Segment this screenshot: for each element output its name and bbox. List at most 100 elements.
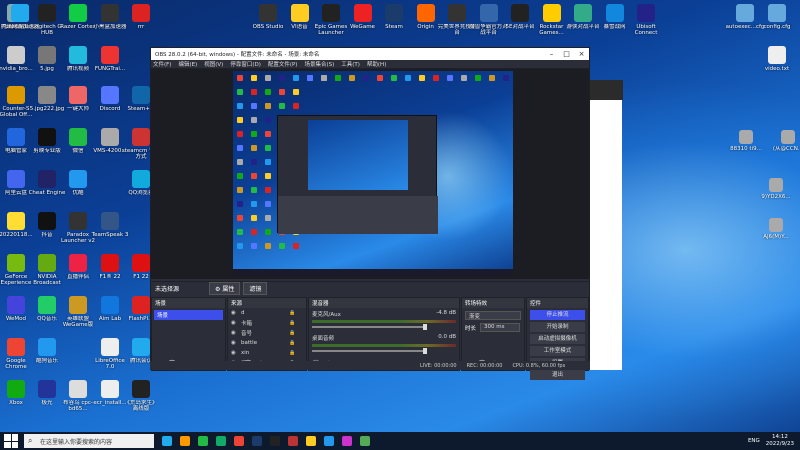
menu-item[interactable]: 文件(F)	[153, 60, 171, 68]
taskbar-app-icon[interactable]	[162, 436, 172, 446]
desktop-icon[interactable]: 9)YD2X6...	[756, 178, 796, 200]
taskbar-app-icon[interactable]	[360, 436, 370, 446]
app-icon	[69, 296, 87, 314]
source-row[interactable]: ◉ 音号 🔒	[228, 328, 306, 338]
control-button[interactable]: 工作室模式	[530, 346, 585, 356]
taskbar-app-icon[interactable]	[342, 436, 352, 446]
app-icon	[132, 380, 150, 398]
app-icon	[132, 338, 150, 356]
windows-start-icon[interactable]	[4, 434, 18, 448]
taskbar-app-icon[interactable]	[306, 436, 316, 446]
duration-input[interactable]: 300 ms	[480, 323, 521, 332]
desktop-icon[interactable]: AJ6(M)Y...	[756, 218, 796, 240]
app-icon	[69, 212, 87, 230]
system-tray: ENG 14:12 2022/9/23	[748, 434, 800, 448]
taskbar-app-icon[interactable]	[234, 436, 244, 446]
desktop-icon[interactable]: (从@CCN...	[768, 130, 800, 152]
taskbar-app-icon[interactable]	[180, 436, 190, 446]
app-icon	[479, 4, 498, 22]
preview-canvas[interactable]	[233, 71, 513, 276]
close-button[interactable]: ×	[574, 50, 589, 58]
app-icon	[69, 86, 87, 104]
sources-dock: 来源 ◉d🔒◉卡箱🔒◉音号🔒◉battle🔒◉xin🔒◉口🔒 +🗑⚙∧∨	[227, 297, 307, 371]
menu-item[interactable]: 配置文件(P)	[268, 60, 298, 68]
lock-icon[interactable]: 🔒	[289, 350, 295, 356]
maximize-button[interactable]: □	[559, 50, 574, 58]
control-button[interactable]: 开始录制	[530, 322, 585, 332]
desktop-icon[interactable]: TeamSpeak 3	[90, 212, 130, 238]
app-icon	[132, 170, 150, 188]
app-icon	[7, 254, 25, 272]
desktop-icon[interactable]: rrr	[121, 4, 161, 30]
filters-button[interactable]: 滤镜	[243, 282, 268, 295]
background-window	[585, 80, 623, 370]
lang-indicator[interactable]: ENG	[748, 438, 760, 444]
app-icon	[132, 86, 150, 104]
file-icon	[769, 178, 783, 192]
app-icon	[38, 296, 56, 314]
control-button[interactable]: 启动虚拟摄像机	[530, 334, 585, 344]
desktop-icon[interactable]: Ubisoft Connect	[626, 4, 666, 36]
menu-item[interactable]: 编辑(E)	[178, 60, 197, 68]
app-icon	[38, 338, 56, 356]
lock-icon[interactable]: 🔒	[289, 330, 295, 336]
preview-desktop-icon	[265, 229, 271, 235]
menu-item[interactable]: 停靠窗口(D)	[230, 60, 261, 68]
taskbar-app-icon[interactable]	[288, 436, 298, 446]
transition-select[interactable]: 渐变	[465, 311, 521, 320]
eye-icon[interactable]: ◉	[231, 320, 241, 326]
eye-icon[interactable]: ◉	[231, 350, 241, 356]
scene-item[interactable]: 场景	[154, 310, 223, 320]
taskbar-app-icon[interactable]	[252, 436, 262, 446]
desktop-icon[interactable]: 《荒岛求生》 离线版	[121, 380, 161, 412]
preview-desktop-icon	[335, 75, 341, 81]
eye-icon[interactable]: ◉	[231, 310, 241, 316]
nested-taskbar	[233, 269, 513, 276]
menu-item[interactable]: 视图(V)	[204, 60, 223, 68]
properties-button[interactable]: ⚙ 属性	[209, 282, 241, 295]
taskbar-app-icon[interactable]	[198, 436, 208, 446]
volume-meter	[312, 320, 456, 323]
clock-time: 14:12	[771, 434, 788, 440]
desktop-icon-label: FUNGTrai...	[94, 66, 126, 72]
taskbar-app-icon[interactable]	[270, 436, 280, 446]
menu-item[interactable]: 帮助(H)	[367, 60, 386, 68]
desktop-icon[interactable]: 腾讯网游加速器	[0, 4, 40, 30]
preview-desktop-icon	[279, 89, 285, 95]
control-button[interactable]: 退出	[530, 370, 585, 380]
control-button[interactable]: 停止推流	[530, 310, 585, 320]
taskbar-app-icon[interactable]	[216, 436, 226, 446]
lock-icon[interactable]: 🔒	[289, 320, 295, 326]
taskbar-app-icon[interactable]	[324, 436, 334, 446]
duration-label: 时长	[465, 325, 477, 332]
volume-slider[interactable]	[312, 324, 427, 330]
lock-icon[interactable]: 🔒	[289, 310, 295, 316]
menu-item[interactable]: 场景集合(S)	[304, 60, 334, 68]
eye-icon[interactable]: ◉	[231, 340, 241, 346]
desktop-icon[interactable]: 88310 ti9...	[726, 130, 766, 152]
app-icon	[101, 128, 119, 146]
taskbar-search[interactable]: 在这里输入你要搜索的内容	[24, 434, 154, 448]
source-row[interactable]: ◉ xin 🔒	[228, 348, 306, 358]
clock[interactable]: 14:12 2022/9/23	[766, 434, 794, 448]
app-icon	[38, 4, 56, 22]
desktop-icon[interactable]: 优酷	[58, 170, 98, 196]
preview-area[interactable]	[151, 69, 589, 279]
preview-desktop-icon	[433, 75, 439, 81]
source-row[interactable]: ◉ 卡箱 🔒	[228, 318, 306, 328]
preview-desktop-icon	[265, 187, 271, 193]
preview-desktop-icon	[237, 215, 243, 221]
lock-icon[interactable]: 🔒	[289, 340, 295, 346]
desktop-icon[interactable]: 酷狗音乐	[27, 338, 67, 364]
source-row[interactable]: ◉ battle 🔒	[228, 338, 306, 348]
desktop-icon[interactable]: config.cfg	[757, 4, 797, 30]
eye-icon[interactable]: ◉	[231, 330, 241, 336]
menu-item[interactable]: 工具(T)	[341, 60, 360, 68]
preview-desktop-icon	[293, 75, 299, 81]
controls-dock: 控件 停止推流开始录制启动虚拟摄像机工作室模式设置退出	[526, 297, 589, 380]
minimize-button[interactable]: –	[544, 50, 559, 58]
desktop-icon[interactable]: FUNGTrai...	[90, 46, 130, 72]
volume-slider[interactable]	[312, 348, 427, 354]
desktop-icon[interactable]: video.txt	[757, 46, 797, 72]
source-row[interactable]: ◉ d 🔒	[228, 308, 306, 318]
